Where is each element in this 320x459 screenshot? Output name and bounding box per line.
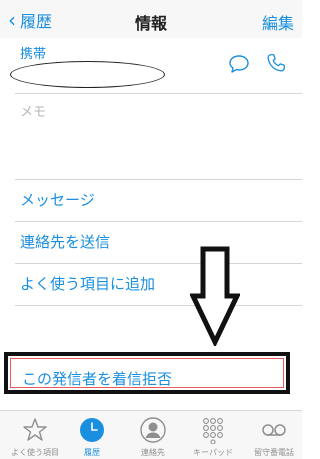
redacted-phone-number <box>10 61 165 88</box>
divider <box>15 263 302 264</box>
clock-icon <box>80 418 104 442</box>
tab-label: キーパッド <box>193 448 233 457</box>
voicemail-icon <box>262 424 286 436</box>
tab-label: 履歴 <box>84 448 100 457</box>
page-title: 情報 <box>134 14 167 33</box>
divider <box>15 93 302 94</box>
tab-label: よく使う項目 <box>11 448 59 457</box>
divider <box>15 179 302 180</box>
tab-label: 留守番電話 <box>254 448 294 457</box>
highlight-box: この発信者を着信拒否 <box>4 352 290 394</box>
call-info-screen: ‹ 履歴 情報 編集 携帯 メモ メッセージ 連絡先を送信 よく使う項目に追加 … <box>0 0 302 459</box>
divider <box>15 221 302 222</box>
message-icon[interactable] <box>227 52 251 76</box>
star-icon <box>23 418 47 441</box>
arrow-down-icon <box>190 246 240 346</box>
tab-label: 連絡先 <box>141 448 165 457</box>
tab-keypad[interactable]: キーパッド <box>183 411 243 459</box>
share-contact-button[interactable]: 連絡先を送信 <box>20 231 110 252</box>
add-to-favorites-button[interactable]: よく使う項目に追加 <box>20 273 155 294</box>
navigation-bar: ‹ 履歴 情報 編集 <box>0 0 302 38</box>
phone-icon[interactable] <box>265 51 287 75</box>
edit-button[interactable]: 編集 <box>262 10 294 34</box>
memo-field[interactable]: メモ <box>20 101 46 120</box>
tab-bar: よく使う項目 履歴 連絡先 キーパッド 留守番電話 <box>0 410 302 459</box>
phone-type-label: 携帯 <box>20 47 47 62</box>
block-caller-button[interactable]: この発信者を着信拒否 <box>22 368 172 389</box>
tab-contacts[interactable]: 連絡先 <box>123 411 183 459</box>
contacts-icon <box>140 417 166 443</box>
tab-favorites[interactable]: よく使う項目 <box>5 411 65 459</box>
keypad-icon <box>203 418 223 444</box>
tab-voicemail[interactable]: 留守番電話 <box>244 411 302 459</box>
divider <box>15 305 302 306</box>
tab-recents[interactable]: 履歴 <box>62 411 122 459</box>
send-message-button[interactable]: メッセージ <box>20 189 95 210</box>
